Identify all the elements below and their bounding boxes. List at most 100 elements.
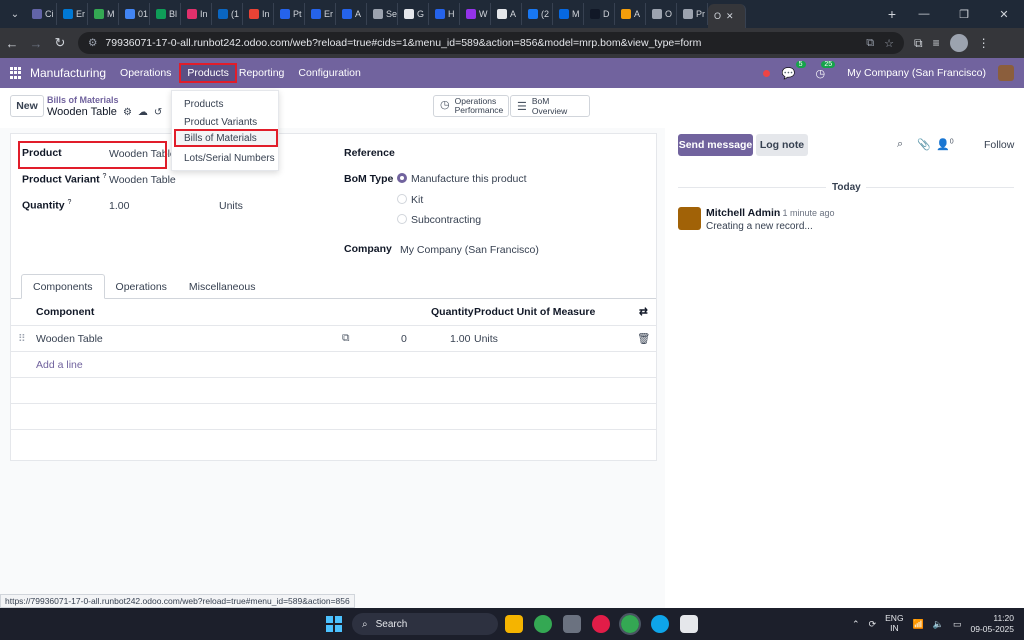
breadcrumb-parent[interactable]: Bills of Materials <box>47 95 162 105</box>
browser-tab[interactable]: In <box>181 3 212 25</box>
browser-tab[interactable]: A <box>615 3 646 25</box>
browser-tab[interactable]: Bl <box>150 3 181 25</box>
status-dot-icon[interactable] <box>762 69 770 77</box>
row-uom[interactable]: Units <box>474 326 498 351</box>
app-icon[interactable] <box>563 615 581 633</box>
file-explorer-icon[interactable] <box>505 615 523 633</box>
windows-start-icon[interactable] <box>326 616 342 632</box>
sync-icon[interactable]: ⟳ <box>869 619 877 630</box>
browser-tab[interactable]: W <box>460 3 491 25</box>
close-window-icon[interactable]: ✕ <box>984 8 1024 21</box>
chrome-icon[interactable] <box>534 615 552 633</box>
dropdown-item-products[interactable]: Products <box>174 95 278 113</box>
radio-subcontracting-label[interactable]: Subcontracting <box>411 214 481 226</box>
browser-tab[interactable]: In <box>243 3 274 25</box>
col-quantity[interactable]: Quantity <box>431 299 474 325</box>
browser-tab[interactable]: 01 <box>119 3 150 25</box>
menu-operations[interactable]: Operations <box>120 67 171 79</box>
taskbar-search[interactable]: ⌕ Search <box>352 613 498 635</box>
company-field[interactable]: My Company (San Francisco) <box>400 244 539 256</box>
followers-icon[interactable]: 👤0 <box>936 138 954 151</box>
close-tab-icon[interactable]: ✕ <box>726 11 734 22</box>
search-icon[interactable]: ⌕ <box>897 138 903 151</box>
browser-tab-active[interactable]: O ✕ <box>708 4 746 28</box>
chrome-active-icon[interactable] <box>619 613 641 635</box>
cloud-save-icon[interactable]: ☁ <box>138 107 148 118</box>
tab-miscellaneous[interactable]: Miscellaneous <box>178 274 267 299</box>
browser-tab[interactable]: D <box>584 3 615 25</box>
send-message-button[interactable]: Send message <box>678 134 753 156</box>
row-component[interactable]: Wooden Table <box>36 326 103 351</box>
radio-kit[interactable] <box>397 194 407 204</box>
drag-handle-icon[interactable]: ⠿ <box>18 326 26 351</box>
dropdown-item-bills-of-materials[interactable]: Bills of Materials <box>174 129 278 147</box>
author-avatar[interactable] <box>678 207 701 230</box>
reload-icon[interactable]: ↻ <box>48 35 72 51</box>
variant-field[interactable]: Wooden Table <box>109 174 176 186</box>
bookmark-star-icon[interactable]: ☆ <box>884 37 894 50</box>
apps-menu-icon[interactable] <box>10 67 22 79</box>
browser-tab[interactable]: (1 <box>212 3 243 25</box>
browser-menu-icon[interactable]: ⋮ <box>978 36 990 50</box>
minimize-icon[interactable]: — <box>904 8 944 21</box>
optional-columns-icon[interactable]: ⇄ <box>639 299 648 325</box>
edge-icon[interactable] <box>651 615 669 633</box>
col-uom[interactable]: Product Unit of Measure <box>474 299 595 325</box>
chevron-up-icon[interactable]: ⌃ <box>852 619 860 630</box>
tab-search-chevron-icon[interactable]: ⌄ <box>4 3 26 25</box>
browser-tab[interactable]: Se <box>367 3 398 25</box>
menu-configuration[interactable]: Configuration <box>298 67 360 79</box>
new-button[interactable]: New <box>10 95 44 117</box>
browser-tab[interactable]: M <box>553 3 584 25</box>
operations-performance-button[interactable]: ◷ Operations Performance <box>433 95 509 117</box>
language-indicator[interactable]: ENG IN <box>885 613 903 634</box>
follow-button[interactable]: Follow <box>984 139 1014 151</box>
radio-kit-label[interactable]: Kit <box>411 194 423 206</box>
browser-tab[interactable]: (2 <box>522 3 553 25</box>
menu-products[interactable]: Products <box>179 63 237 83</box>
music-icon[interactable] <box>592 615 610 633</box>
row-quantity[interactable]: 1.00 <box>450 326 470 351</box>
browser-tab[interactable]: G <box>398 3 429 25</box>
messages-icon[interactable]: 💬 5 <box>782 60 806 80</box>
browser-tab[interactable]: Pr <box>677 3 708 25</box>
battery-icon[interactable]: ▭ <box>953 619 962 630</box>
gear-icon[interactable]: ⚙ <box>123 107 132 118</box>
col-component[interactable]: Component <box>36 299 94 325</box>
table-row[interactable]: ⠿ Wooden Table ⧉ 0 1.00 Units 🗑 <box>11 326 656 352</box>
browser-tab[interactable]: Ci <box>26 3 57 25</box>
back-icon[interactable]: ← <box>0 36 24 51</box>
notepad-icon[interactable] <box>680 615 698 633</box>
radio-manufacture-label[interactable]: Manufacture this product <box>411 173 527 185</box>
trash-icon[interactable]: 🗑 <box>637 326 650 351</box>
discard-icon[interactable]: ↺ <box>154 107 162 118</box>
quantity-field[interactable]: 1.00 <box>109 200 129 212</box>
browser-tab[interactable]: Er <box>57 3 88 25</box>
menu-reporting[interactable]: Reporting <box>239 67 285 79</box>
dropdown-item-lots-serial-numbers[interactable]: Lots/Serial Numbers <box>174 149 278 167</box>
new-tab-button[interactable]: + <box>880 6 904 22</box>
message-author[interactable]: Mitchell Admin <box>706 207 780 219</box>
extensions-icon[interactable]: ⧉ <box>914 36 923 51</box>
browser-tab[interactable]: M <box>88 3 119 25</box>
volume-icon[interactable]: 🔈 <box>933 619 944 630</box>
browser-tab[interactable]: O <box>646 3 677 25</box>
restore-icon[interactable]: ❐ <box>944 8 984 21</box>
browser-tab[interactable]: H <box>429 3 460 25</box>
copy-icon[interactable]: ⧉ <box>342 326 350 351</box>
wifi-icon[interactable]: 📶 <box>913 619 924 630</box>
clock[interactable]: 11:20 09-05-2025 <box>971 613 1014 635</box>
forward-icon[interactable]: → <box>24 36 48 51</box>
site-info-icon[interactable]: ⚙ <box>88 37 97 49</box>
user-avatar[interactable] <box>998 65 1014 81</box>
browser-tab[interactable]: A <box>491 3 522 25</box>
reading-list-icon[interactable]: ≡ <box>933 36 940 50</box>
activities-icon[interactable]: ◷ 25 <box>816 60 836 80</box>
browser-tab[interactable]: Pt <box>274 3 305 25</box>
install-app-icon[interactable]: ⧉ <box>866 37 874 50</box>
profile-avatar[interactable] <box>949 34 968 52</box>
tab-components[interactable]: Components <box>21 274 105 299</box>
browser-tab[interactable]: Er <box>305 3 336 25</box>
radio-subcontracting[interactable] <box>397 214 407 224</box>
radio-manufacture[interactable] <box>397 173 407 183</box>
